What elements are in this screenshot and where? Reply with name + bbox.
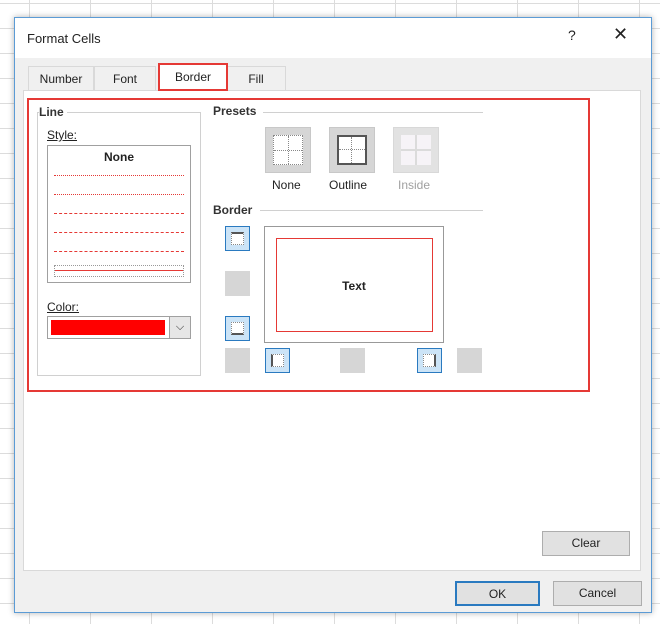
tab-font[interactable]: Font <box>94 66 156 91</box>
tab-fill[interactable]: Fill <box>226 66 286 91</box>
dialog-title: Format Cells <box>27 31 101 46</box>
title-bar: Format Cells ? ✕ <box>15 18 651 58</box>
cancel-button[interactable]: Cancel <box>553 581 642 606</box>
tab-number[interactable]: Number <box>28 66 94 91</box>
close-icon[interactable]: ✕ <box>613 24 628 45</box>
clear-button[interactable]: Clear <box>542 531 630 556</box>
format-cells-dialog: Format Cells ? ✕ Number Font Fill Border… <box>14 17 652 613</box>
tab-border[interactable]: Border <box>158 63 228 91</box>
help-button[interactable]: ? <box>568 27 576 43</box>
ok-button[interactable]: OK <box>455 581 540 606</box>
highlight-box <box>27 98 590 392</box>
